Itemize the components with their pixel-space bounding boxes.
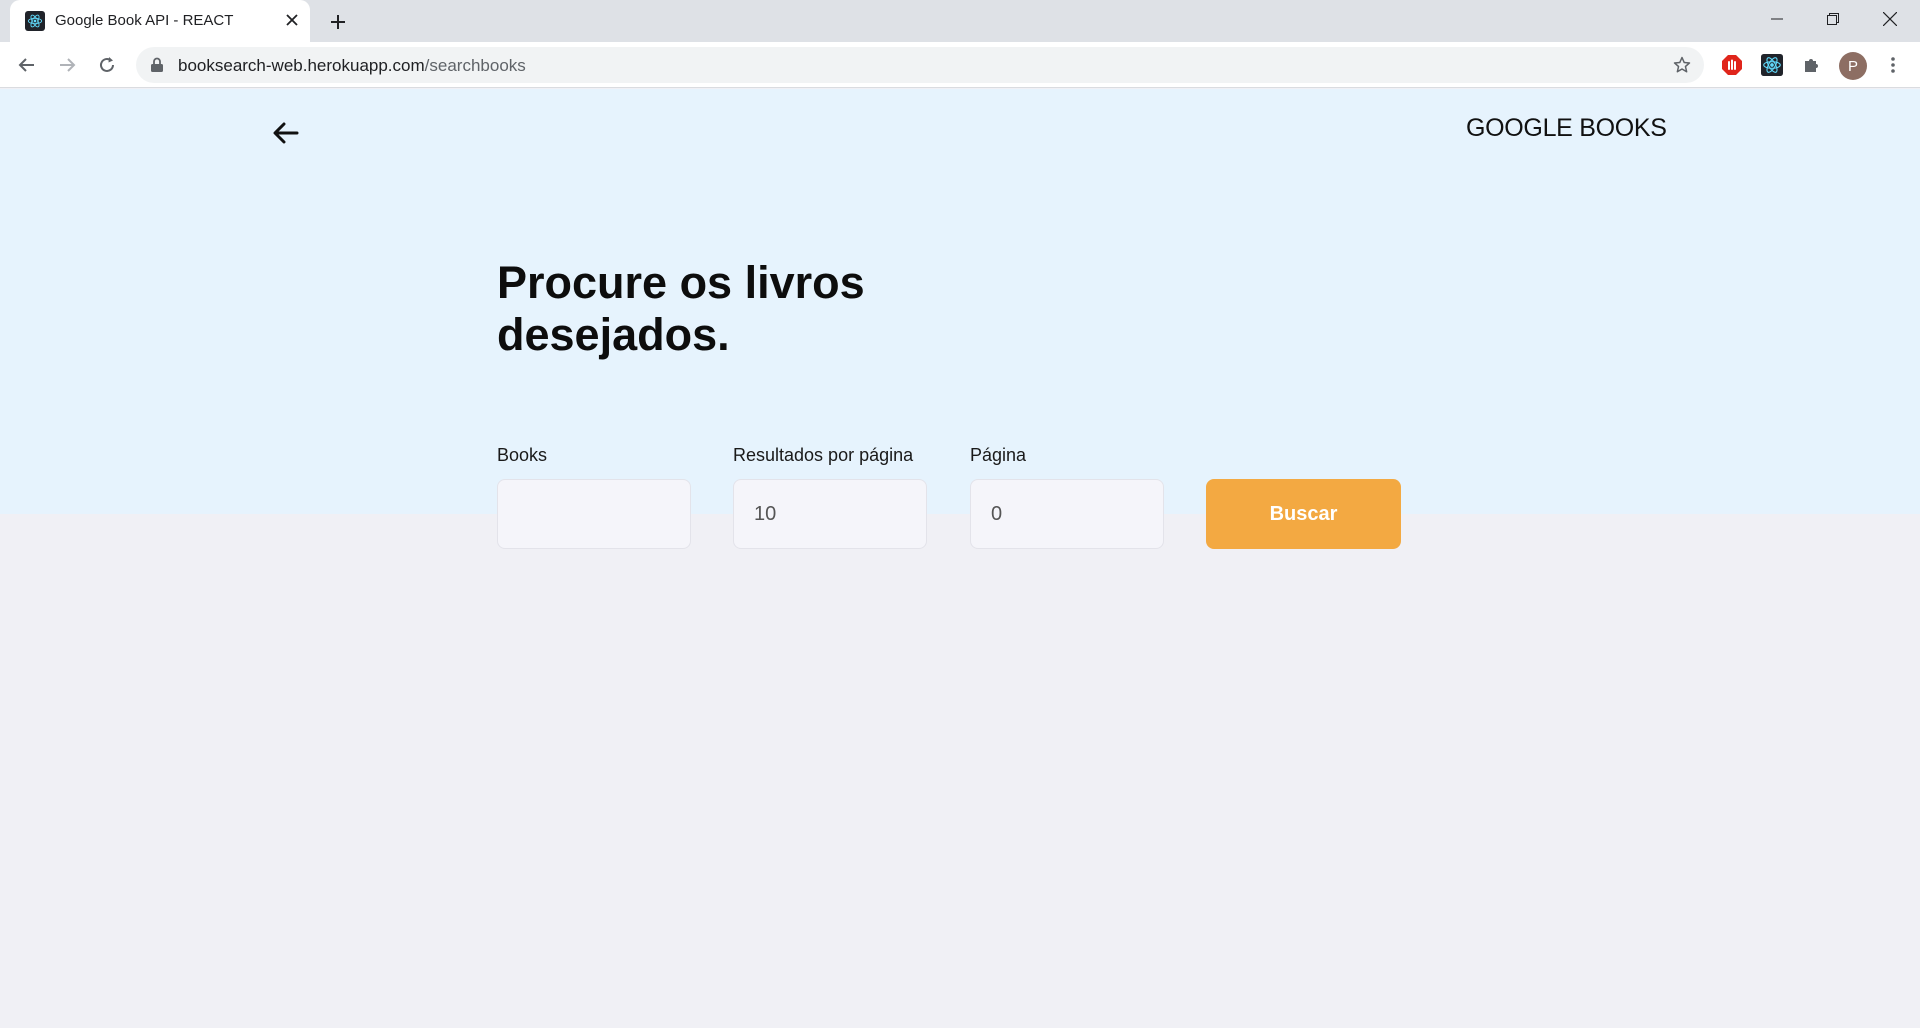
new-tab-icon[interactable] [324, 8, 352, 36]
headline-line-2: desejados. [497, 309, 730, 360]
books-input[interactable] [497, 479, 691, 549]
page-label: Página [970, 445, 1027, 465]
per-page-label: Resultados por página [733, 445, 914, 465]
menu-kebab-icon[interactable] [1877, 49, 1909, 81]
page-input[interactable] [970, 479, 1164, 549]
books-label: Books [497, 445, 548, 465]
adblock-icon[interactable] [1719, 52, 1745, 78]
url-domain: booksearch-web.herokuapp.com [178, 56, 425, 75]
bookmark-star-icon[interactable] [1670, 53, 1694, 77]
profile-avatar[interactable]: P [1839, 52, 1867, 80]
restore-icon[interactable] [1805, 0, 1861, 38]
browser-toolbar: booksearch-web.herokuapp.com/searchbooks… [0, 42, 1920, 88]
back-arrow-icon[interactable] [270, 117, 302, 149]
react-devtools-icon[interactable] [1759, 52, 1785, 78]
address-bar[interactable]: booksearch-web.herokuapp.com/searchbooks [136, 47, 1704, 83]
browser-tab-bar: Google Book API - REACT [0, 0, 1920, 42]
back-icon[interactable] [11, 49, 43, 81]
page-headline: Procure os livros desejados. [497, 257, 1017, 361]
url-text: booksearch-web.herokuapp.com/searchbooks [178, 56, 526, 76]
close-tab-icon[interactable] [280, 8, 304, 32]
browser-tab[interactable]: Google Book API - REACT [10, 0, 310, 42]
search-button[interactable]: Buscar [1206, 479, 1401, 549]
headline-line-1: Procure os livros [497, 257, 865, 308]
tab-title: Google Book API - REACT [55, 12, 234, 29]
per-page-input[interactable] [733, 479, 927, 549]
url-path: /searchbooks [424, 56, 526, 75]
reload-icon[interactable] [91, 49, 123, 81]
close-window-icon[interactable] [1862, 0, 1918, 38]
brand-title: GOOGLE BOOKS [1466, 114, 1667, 142]
forward-icon[interactable] [51, 49, 83, 81]
puzzle-icon[interactable] [1799, 52, 1825, 78]
react-icon [25, 11, 45, 31]
lock-icon [150, 57, 166, 73]
minimize-icon[interactable] [1749, 0, 1805, 38]
page-content: GOOGLE BOOKS Procure os livros desejados… [0, 89, 1920, 1028]
